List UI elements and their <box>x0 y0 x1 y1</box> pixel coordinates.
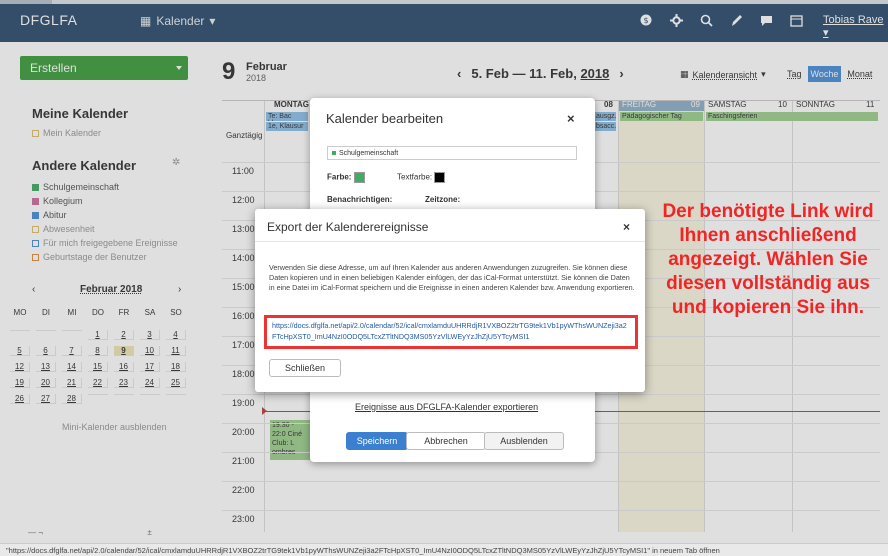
close-icon[interactable]: × <box>623 220 630 234</box>
export-url[interactable]: https://docs.dfglfa.net/api/2.0/calendar… <box>264 315 638 349</box>
timezone-label: Zeitzone: <box>425 195 461 204</box>
browser-status-bar: "https://docs.dfglfa.net/api/2.0/calenda… <box>0 543 888 556</box>
save-button[interactable]: Speichern <box>346 432 408 450</box>
text-color-label-text: Textfarbe: <box>397 172 433 182</box>
export-description: Verwenden Sie diese Adresse, um auf Ihre… <box>269 263 635 292</box>
calendar-name-value: Schulgemeinschaft <box>339 149 399 157</box>
export-events-link[interactable]: Ereignisse aus DFGLFA-Kalender exportier… <box>355 402 538 412</box>
dialog-title: Kalender bearbeiten <box>326 111 444 126</box>
calendar-name-field[interactable]: Schulgemeinschaft <box>327 146 577 160</box>
text-color-label: Textfarbe: <box>397 172 446 183</box>
close-icon[interactable]: × <box>567 111 575 126</box>
app-window: DFGLFA ▦ Kalender ▾ $ Tobias Rave ▾ Erst… <box>0 0 888 556</box>
dialog-title: Export der Kalenderereignisse <box>267 220 429 234</box>
notify-label: Benachrichtigen: <box>327 195 393 204</box>
divider <box>255 241 645 242</box>
hide-button[interactable]: Ausblenden <box>484 432 564 450</box>
export-dialog: Export der Kalenderereignisse × Verwende… <box>255 209 645 392</box>
color-label-text: Farbe: <box>327 172 352 182</box>
calendar-color-swatch <box>332 151 336 155</box>
close-button[interactable]: Schließen <box>269 359 341 377</box>
color-label: Farbe: <box>327 172 365 183</box>
text-color-picker[interactable] <box>434 172 446 183</box>
color-picker[interactable] <box>353 172 365 183</box>
cancel-button[interactable]: Abbrechen <box>406 432 486 450</box>
instruction-callout: Der benötigte Link wird Ihnen anschließe… <box>662 201 874 318</box>
